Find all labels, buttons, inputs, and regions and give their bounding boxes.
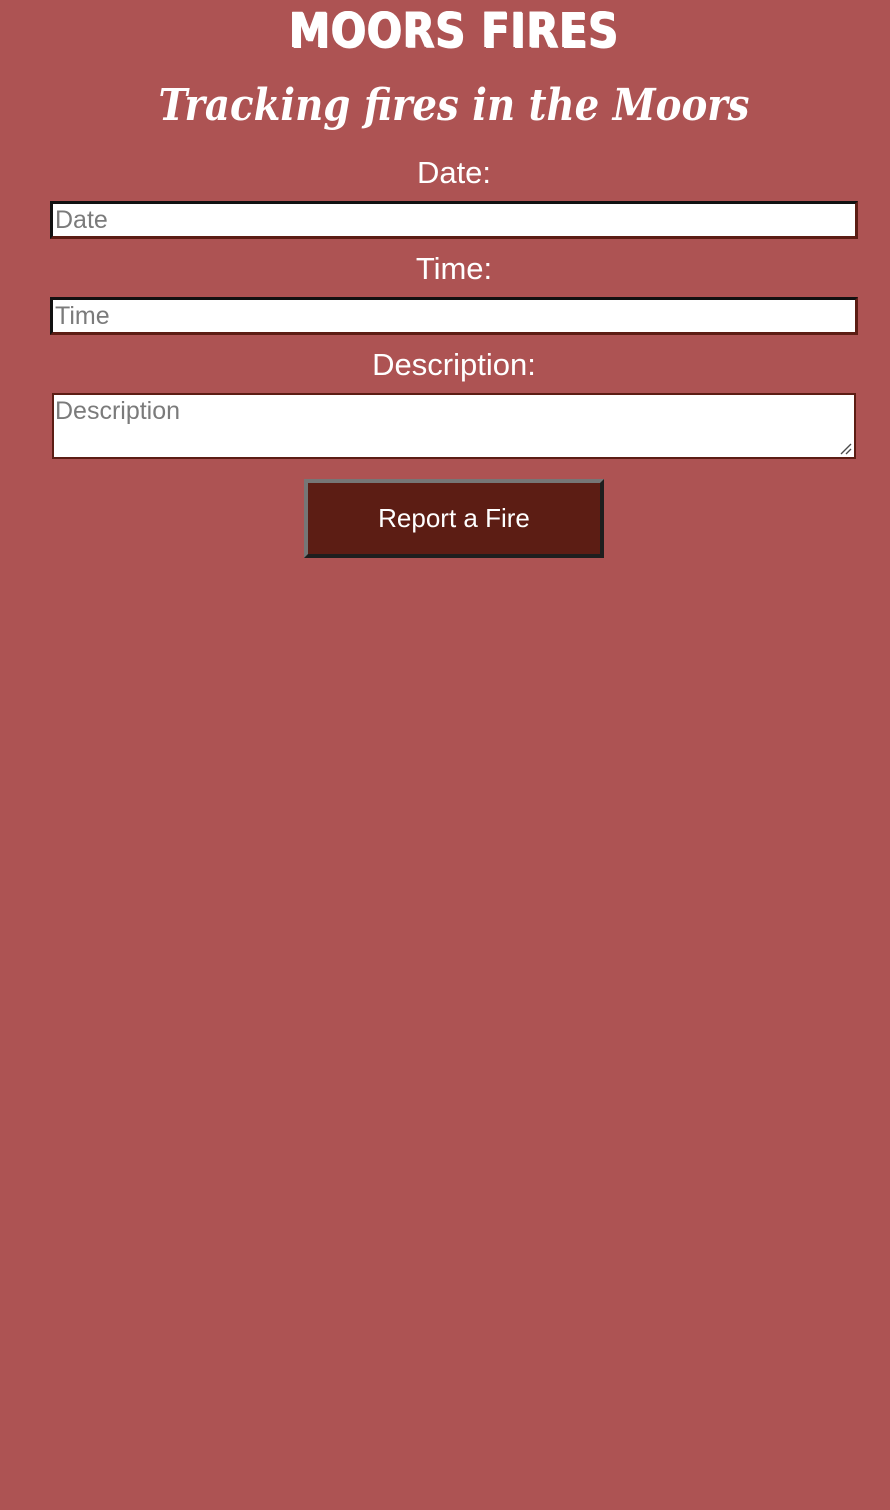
site-subtitle: Tracking fires in the Moors [158,80,750,131]
description-label: Description: [372,347,536,382]
date-input[interactable] [50,201,858,239]
description-textarea[interactable] [52,393,856,459]
time-input[interactable] [50,297,858,335]
site-title: Moors Fires [289,3,619,59]
resize-grip-icon[interactable] [838,441,852,455]
report-fire-button[interactable]: Report a Fire [304,479,604,558]
date-label: Date: [416,155,492,190]
time-label: Time: [415,251,493,286]
page: Moors Fires Tracking fires in the Moors … [0,0,890,1510]
